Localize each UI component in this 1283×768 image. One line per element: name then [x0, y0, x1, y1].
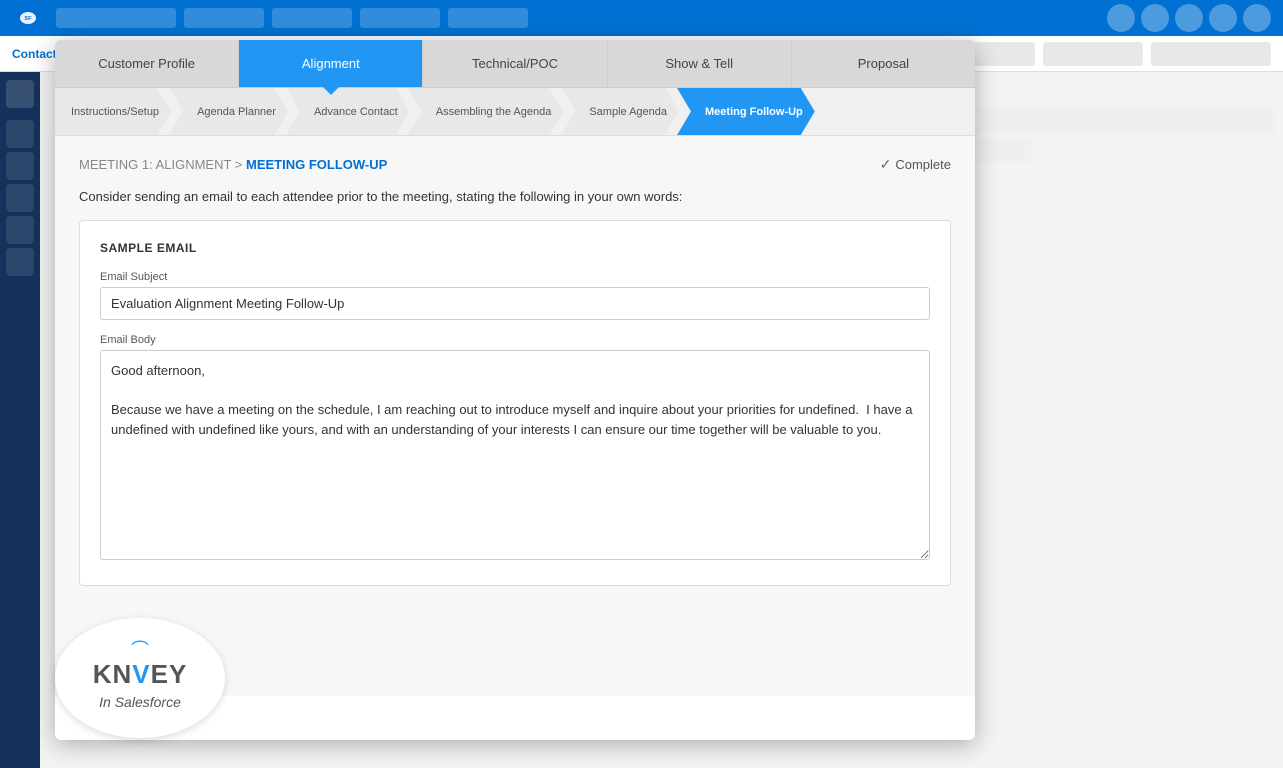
steps-bar: Instructions/Setup Agenda Planner Advanc…	[55, 88, 975, 136]
step-agenda-planner[interactable]: Agenda Planner	[169, 88, 288, 135]
sf-sidebar	[0, 72, 40, 768]
logo-v: V	[132, 659, 150, 689]
tab-bar: Customer Profile Alignment Technical/POC…	[55, 40, 975, 88]
step-meeting-followup[interactable]: Meeting Follow-Up	[677, 88, 815, 135]
step-sample-agenda[interactable]: Sample Agenda	[561, 88, 679, 135]
sf-logo-icon: SF	[12, 2, 44, 34]
complete-label: Complete	[895, 157, 951, 172]
logo-overlay: ⌒ KNVEY In Salesforce	[55, 618, 225, 738]
sample-email-title: SAMPLE EMAIL	[100, 241, 930, 255]
step-instructions-setup[interactable]: Instructions/Setup	[55, 88, 171, 135]
subject-label: Email Subject	[100, 271, 930, 283]
sample-email-container: SAMPLE EMAIL Email Subject Email Body Go…	[79, 220, 951, 586]
meeting-prefix: MEETING 1: ALIGNMENT >	[79, 157, 246, 172]
body-label: Email Body	[100, 334, 930, 346]
tab-proposal[interactable]: Proposal	[792, 40, 975, 87]
svg-text:SF: SF	[24, 16, 32, 22]
tab-customer-profile[interactable]: Customer Profile	[55, 40, 239, 87]
complete-button[interactable]: ✓ Complete	[880, 156, 951, 173]
meeting-title: MEETING 1: ALIGNMENT > MEETING FOLLOW-UP	[79, 157, 387, 172]
complete-check-icon: ✓	[880, 156, 892, 173]
logo-knvey: KNVEY	[93, 659, 188, 690]
meeting-current: MEETING FOLLOW-UP	[246, 157, 387, 172]
meeting-header: MEETING 1: ALIGNMENT > MEETING FOLLOW-UP…	[79, 156, 951, 173]
tab-technical-poc[interactable]: Technical/POC	[423, 40, 607, 87]
logo-ey: EY	[151, 659, 188, 689]
step-advance-contact[interactable]: Advance Contact	[286, 88, 410, 135]
main-content: MEETING 1: ALIGNMENT > MEETING FOLLOW-UP…	[55, 136, 975, 696]
tab-alignment[interactable]: Alignment	[239, 40, 423, 87]
email-subject-input[interactable]	[100, 287, 930, 320]
logo-kn: KN	[93, 659, 133, 689]
logo-subtitle: In Salesforce	[99, 694, 181, 710]
step-assembling-agenda[interactable]: Assembling the Agenda	[408, 88, 564, 135]
logo-arc-icon: ⌒	[131, 646, 149, 655]
email-body-textarea[interactable]: Good afternoon, Because we have a meetin…	[100, 350, 930, 560]
instructions-text: Consider sending an email to each attend…	[79, 189, 951, 204]
tab-show-tell[interactable]: Show & Tell	[608, 40, 792, 87]
sf-topbar: SF	[0, 0, 1283, 36]
